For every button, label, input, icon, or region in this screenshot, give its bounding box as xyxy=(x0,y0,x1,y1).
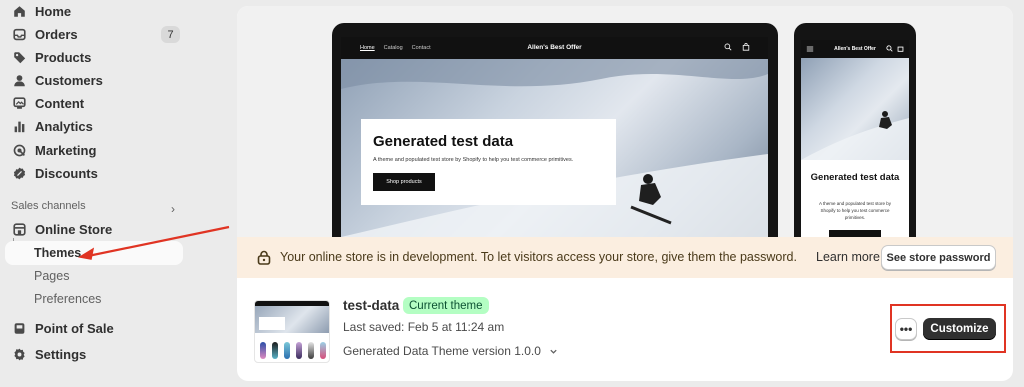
hero-title: Generated test data xyxy=(373,133,514,150)
hero-description: A theme and populated test store by Shop… xyxy=(373,157,574,163)
sidebar-item-analytics[interactable]: Analytics xyxy=(5,115,183,138)
store-header: Home Catalog Contact Allen's Best Offer xyxy=(341,37,768,59)
thumbnail-products xyxy=(260,342,326,359)
desktop-preview-screen: Home Catalog Contact Allen's Best Offer xyxy=(341,37,768,237)
sidebar-subitem-label: Preferences xyxy=(34,292,102,306)
learn-more-link[interactable]: Learn more xyxy=(816,250,880,264)
snowboarder-illustration xyxy=(801,111,909,160)
thumbnail-product xyxy=(284,342,290,359)
mobile-hero-description: A theme and populated test store by Shop… xyxy=(818,201,892,220)
bar-chart-icon xyxy=(12,120,26,134)
sidebar-item-online-store[interactable]: Online Store xyxy=(5,218,183,241)
sidebar-item-label: Orders xyxy=(35,27,78,42)
thumbnail-product xyxy=(308,342,314,359)
sidebar-item-label: Settings xyxy=(35,347,87,362)
image-icon xyxy=(12,97,26,111)
hero-text-box: Generated test data A theme and populate… xyxy=(361,119,616,205)
sidebar-item-discounts[interactable]: Discounts xyxy=(5,162,183,185)
sidebar-subitem-label: Themes xyxy=(34,246,82,260)
cart-icon xyxy=(897,46,904,52)
see-store-password-button[interactable]: See store password xyxy=(881,245,996,270)
chevron-down-icon xyxy=(550,349,557,354)
sidebar-item-customers[interactable]: Customers xyxy=(5,69,183,92)
search-icon xyxy=(724,43,732,51)
mobile-hero-image xyxy=(801,58,909,160)
store-name: Allen's Best Offer xyxy=(527,44,582,51)
sidebar-subitem-label: Pages xyxy=(34,269,70,283)
store-hero-image: Generated test data A theme and populate… xyxy=(341,59,768,237)
sidebar-item-label: Point of Sale xyxy=(35,321,114,336)
sidebar-subitem-preferences[interactable]: Preferences xyxy=(5,287,183,311)
sidebar-item-label: Analytics xyxy=(35,119,93,134)
target-icon xyxy=(12,144,26,158)
inbox-icon xyxy=(12,28,26,42)
mobile-hero-title: Generated test data xyxy=(810,172,900,183)
theme-thumbnail[interactable] xyxy=(254,300,330,363)
store-icon xyxy=(12,223,26,237)
sidebar-item-point-of-sale[interactable]: Point of Sale xyxy=(5,317,183,340)
sidebar-item-products[interactable]: Products xyxy=(5,46,183,69)
search-icon xyxy=(886,45,893,52)
sidebar-item-orders[interactable]: Orders 7 xyxy=(5,23,183,46)
sidebar-item-label: Products xyxy=(35,50,92,65)
password-banner: Your online store is in development. To … xyxy=(237,237,1013,278)
gear-icon xyxy=(12,348,26,362)
thumbnail-hero xyxy=(255,306,329,333)
theme-preview: Home Catalog Contact Allen's Best Offer xyxy=(237,6,1013,237)
pos-icon xyxy=(12,322,26,336)
mobile-store-header: Allen's Best Offer xyxy=(801,40,909,58)
sidebar-item-marketing[interactable]: Marketing xyxy=(5,139,183,162)
home-icon xyxy=(12,5,26,19)
desktop-preview: Home Catalog Contact Allen's Best Offer xyxy=(332,23,778,237)
mobile-preview: Allen's Best Offer Generated test data A… xyxy=(794,23,916,237)
sidebar-item-label: Online Store xyxy=(35,222,113,237)
sidebar: Home Orders 7 Products Customers Content… xyxy=(0,0,193,387)
cart-icon xyxy=(742,43,750,51)
person-icon xyxy=(12,74,26,88)
theme-version-text: Generated Data Theme version 1.0.0 xyxy=(343,344,541,358)
mobile-preview-screen: Allen's Best Offer Generated test data A… xyxy=(801,40,909,237)
sidebar-item-label: Home xyxy=(35,4,72,19)
theme-name: test-data xyxy=(343,298,400,313)
thumbnail-product xyxy=(272,342,278,359)
discount-icon xyxy=(12,167,26,181)
current-theme-badge: Current theme xyxy=(403,297,489,314)
chevron-right-icon[interactable]: › xyxy=(171,202,175,216)
sidebar-item-label: Content xyxy=(35,96,85,111)
sidebar-subitem-pages[interactable]: Pages xyxy=(5,264,183,288)
shop-products-button: Shop products xyxy=(373,173,435,191)
annotation-highlight-box xyxy=(890,304,1006,353)
mobile-shop-button xyxy=(829,230,881,237)
banner-message: Your online store is in development. To … xyxy=(280,250,797,264)
sidebar-item-home[interactable]: Home xyxy=(5,0,183,23)
sales-channels-label: Sales channels xyxy=(11,200,86,212)
thumbnail-hero-box xyxy=(259,317,285,330)
tag-icon xyxy=(12,51,26,65)
sidebar-item-label: Marketing xyxy=(35,143,97,158)
sidebar-item-label: Customers xyxy=(35,73,103,88)
last-saved-text: Last saved: Feb 5 at 11:24 am xyxy=(343,320,505,334)
theme-version-toggle[interactable]: Generated Data Theme version 1.0.0 xyxy=(343,344,558,358)
sidebar-subitem-themes[interactable]: Themes xyxy=(5,241,183,265)
thumbnail-product xyxy=(260,342,266,359)
store-header-icons xyxy=(724,43,750,51)
orders-count-badge: 7 xyxy=(161,26,180,43)
thumbnail-product xyxy=(320,342,326,359)
sidebar-item-label: Discounts xyxy=(35,166,98,181)
lock-icon xyxy=(257,250,271,265)
sidebar-item-settings[interactable]: Settings xyxy=(5,343,183,366)
sidebar-item-content[interactable]: Content xyxy=(5,92,183,115)
thumbnail-product xyxy=(296,342,302,359)
